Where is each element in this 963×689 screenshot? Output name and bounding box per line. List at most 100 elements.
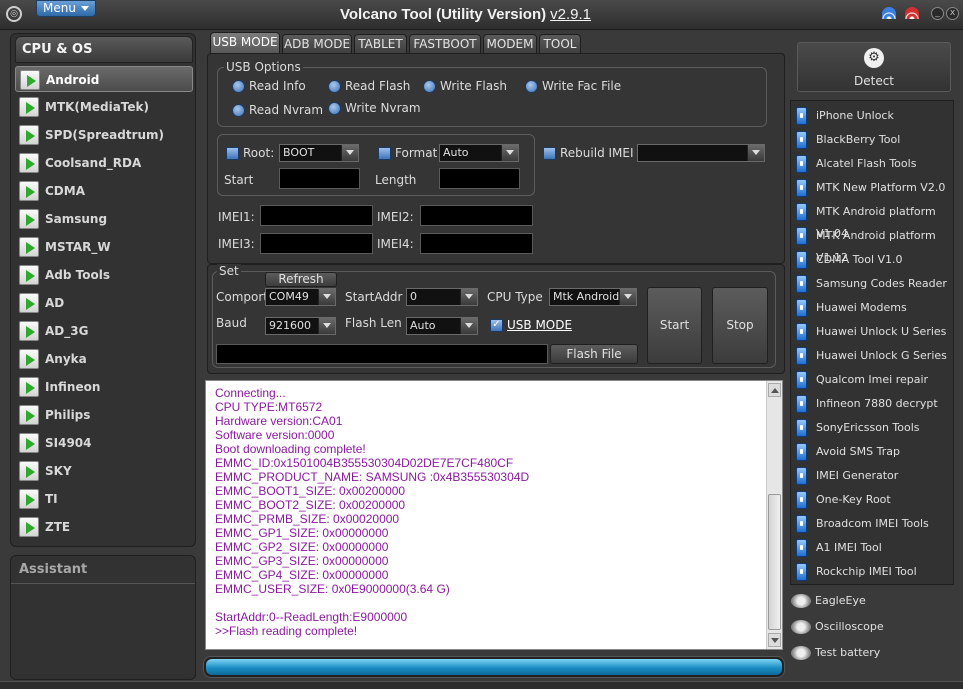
flashlen-select[interactable]: Auto [406,317,478,335]
flash-file-button[interactable]: Flash File [550,344,638,364]
minimize-button[interactable]: _ [931,7,944,20]
close-button[interactable]: x [946,7,959,20]
radio-write-fac-file[interactable]: Write Fac File [525,79,621,93]
utility-item-alcatel-flash-tools[interactable]: Alcatel Flash Tools [794,153,952,175]
startaddr-label: StartAddr [345,290,403,304]
utility-item-iphone-unlock[interactable]: iPhone Unlock [794,105,952,127]
phone-icon [796,443,807,461]
start-button[interactable]: Start [647,287,702,364]
cpu-item-spd-spreadtrum[interactable]: SPD(Spreadtrum) [15,122,193,148]
tool-item-oscilloscope[interactable]: Oscilloscope [790,615,954,639]
utility-item-huawei-modems[interactable]: Huawei Modems [794,297,952,319]
radio-write-nvram[interactable]: Write Nvram [328,101,421,115]
tab-usb-mode[interactable]: USB MODE [210,32,280,54]
utility-item-huawei-unlock-u-series[interactable]: Huawei Unlock U Series [794,321,952,343]
utility-item-mtk-new-platform-v2-0[interactable]: MTK New Platform V2.0 [794,177,952,199]
cputype-select[interactable]: Mtk Android [549,288,637,306]
log-line: StartAddr:0--ReadLength:E9000000 [215,610,408,624]
cpu-item-mstar-w[interactable]: MSTAR_W [15,234,193,260]
cpu-item-mtk-mediatek[interactable]: MTK(MediaTek) [15,94,193,120]
length-label: Length [375,173,417,187]
play-icon [19,265,39,285]
utility-item-huawei-unlock-g-series[interactable]: Huawei Unlock G Series [794,345,952,367]
radio-read-flash[interactable]: Read Flash [328,79,410,93]
imei3-field[interactable] [260,233,373,254]
menu-button[interactable]: Menu [36,0,96,17]
cpu-item-infineon[interactable]: Infineon [15,374,193,400]
utility-item-imei-generator[interactable]: IMEI Generator [794,465,952,487]
rebuild-imei-checkbox[interactable]: Rebuild IMEI [543,146,634,160]
cputype-label: CPU Type [487,290,543,304]
usb-mode-checkbox[interactable]: USB MODE [490,318,572,332]
tab-tool[interactable]: TOOL [539,34,581,54]
utility-item-avoid-sms-trap[interactable]: Avoid SMS Trap [794,441,952,463]
cpu-item-ad-3g[interactable]: AD_3G [15,318,193,344]
radio-read-info[interactable]: Read Info [232,79,306,93]
utility-item-cdma-tool-v1-0[interactable]: CDMA Tool V1.0 [794,249,952,271]
cpu-item-ad[interactable]: AD [15,290,193,316]
comport-select[interactable]: COM49 [265,288,336,306]
cpu-item-android[interactable]: Android [15,66,193,92]
rebuild-imei-select[interactable] [637,144,765,162]
radio-write-flash[interactable]: Write Flash [423,79,507,93]
cpu-item-coolsand-rda[interactable]: Coolsand_RDA [15,150,193,176]
cpu-item-anyka[interactable]: Anyka [15,346,193,372]
scroll-down-icon[interactable] [768,633,781,647]
radio-read-nvram[interactable]: Read Nvram [232,103,323,117]
root-select[interactable]: BOOT [279,144,359,162]
utility-item-broadcom-imei-tools[interactable]: Broadcom IMEI Tools [794,513,952,535]
tab-tablet[interactable]: TABLET [354,34,407,54]
title-bar: ◎ Menu Volcano Tool (Utility Version) v2.… [0,0,963,30]
root-checkbox[interactable]: Root: [226,146,274,160]
assistant-header[interactable]: Assistant [11,556,195,584]
cpu-item-cdma[interactable]: CDMA [15,178,193,204]
startaddr-select[interactable]: 0 [406,288,478,306]
cpu-item-philips[interactable]: Philips [15,402,193,428]
utility-item-label: Samsung Codes Reader [816,277,947,290]
cpu-item-samsung[interactable]: Samsung [15,206,193,232]
utility-item-one-key-root[interactable]: One-Key Root [794,489,952,511]
length-field[interactable] [439,168,520,189]
utility-item-a1-imei-tool[interactable]: A1 IMEI Tool [794,537,952,559]
version-link[interactable]: v2.9.1 [550,6,591,23]
format-checkbox[interactable]: Format [378,146,437,160]
utility-item-mtk-android-platform-v1-12[interactable]: MTK Android platform V1.12 [794,225,952,264]
imei1-field[interactable] [260,205,373,226]
utility-item-sonyericsson-tools[interactable]: SonyEricsson Tools [794,417,952,439]
format-select[interactable]: Auto [439,144,519,162]
utility-item-rockchip-imei-tool[interactable]: Rockchip IMEI Tool [794,561,952,583]
imei2-field[interactable] [420,205,533,226]
utility-item-samsung-codes-reader[interactable]: Samsung Codes Reader [794,273,952,295]
flash-file-path-field[interactable] [216,344,548,364]
cpu-os-header[interactable]: CPU & OS [15,36,193,63]
utility-item-qualcom-imei-repair[interactable]: Qualcom Imei repair [794,369,952,391]
tab-modem[interactable]: MODEM [483,34,537,54]
scroll-up-icon[interactable] [768,383,781,397]
stop-button[interactable]: Stop [712,287,768,364]
baud-select[interactable]: 921600 [265,317,336,335]
start-field[interactable] [279,168,360,189]
scroll-thumb[interactable] [768,494,781,630]
set-panel: Set Refresh Comport COM49 StartAddr 0 CP… [207,264,785,374]
tool-item-test-battery[interactable]: Test battery [790,641,954,665]
window-title: Volcano Tool (Utility Version) v2.9.1 [340,6,591,23]
log-line: EMMC_BOOT2_SIZE: 0x00200000 [215,498,406,512]
refresh-button[interactable]: Refresh [265,272,337,287]
utility-item-infineon-7880-decrypt[interactable]: Infineon 7880 decrypt [794,393,952,415]
cpu-item-adb-tools[interactable]: Adb Tools [15,262,193,288]
detect-button[interactable]: ⚙ Detect [797,42,951,92]
cpu-item-sky[interactable]: SKY [15,458,193,484]
cpu-item-si4904[interactable]: SI4904 [15,430,193,456]
utility-item-mtk-android-platform-v1-04[interactable]: MTK Android platform V1.04 [794,201,952,240]
cpu-os-panel: CPU & OS Android MTK(MediaTek) SPD(Spreadt… [10,33,196,547]
log-scrollbar[interactable] [766,381,782,649]
cpu-item-ti[interactable]: TI [15,486,193,512]
cpu-item-zte[interactable]: ZTE [15,514,193,540]
imei4-field[interactable] [420,233,533,254]
tool-item-eagleeye[interactable]: EagleEye [790,589,954,613]
cpu-item-label: Infineon [45,380,101,394]
tab-fastboot[interactable]: FASTBOOT [409,34,481,54]
log-output[interactable]: Connecting... CPU TYPE:MT6572 Hardware ver… [205,380,783,650]
utility-item-blackberry-tool[interactable]: BlackBerry Tool [794,129,952,151]
tab-adb-mode[interactable]: ADB MODE [282,34,352,54]
